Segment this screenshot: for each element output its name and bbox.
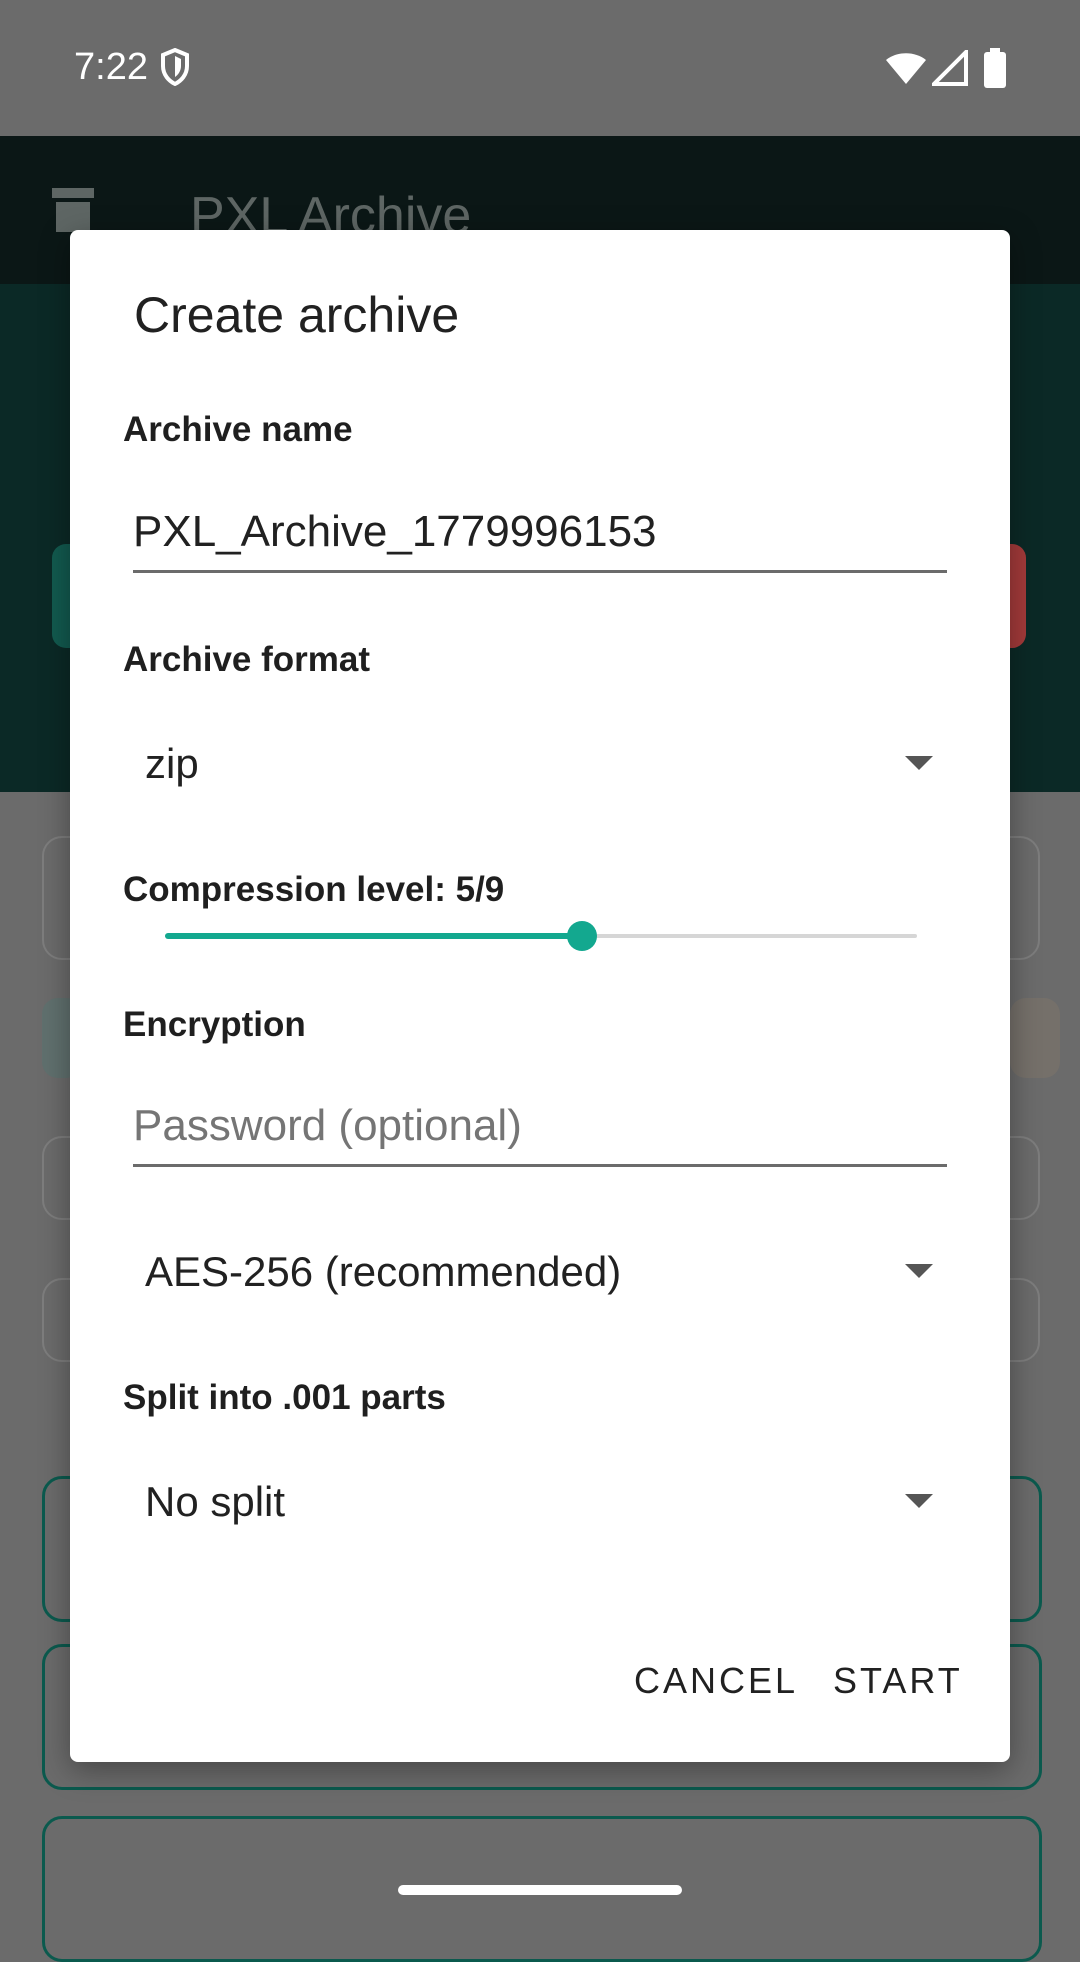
slider-thumb[interactable] [567, 921, 598, 951]
status-bar: 7:22 [0, 0, 1080, 136]
status-time: 7:22 [74, 46, 148, 88]
archive-format-value: zip [145, 740, 199, 787]
shield-icon [161, 48, 189, 86]
dialog-title: Create archive [134, 287, 460, 343]
slider-fill [165, 933, 583, 939]
split-select[interactable]: No split [123, 1458, 973, 1548]
encryption-label: Encryption [123, 1005, 306, 1044]
compression-level-label: Compression level: 5/9 [123, 870, 505, 909]
dropdown-arrow-icon [905, 1264, 933, 1278]
gesture-nav-bar[interactable] [398, 1885, 682, 1895]
compression-level-slider[interactable] [165, 916, 917, 956]
split-value: No split [145, 1478, 286, 1525]
encryption-method-value: AES-256 (recommended) [145, 1248, 622, 1295]
dropdown-arrow-icon [905, 1494, 933, 1508]
dropdown-arrow-icon [905, 756, 933, 770]
battery-icon [984, 48, 1006, 88]
archive-name-label: Archive name [123, 410, 353, 449]
archive-icon [52, 188, 94, 232]
archive-format-label: Archive format [123, 640, 371, 679]
split-label: Split into .001 parts [123, 1378, 446, 1417]
archive-format-select[interactable]: zip [123, 720, 973, 810]
wifi-icon [886, 53, 926, 84]
create-archive-dialog: Create archive Archive name Archive form… [70, 230, 1010, 1762]
encryption-method-select[interactable]: AES-256 (recommended) [123, 1228, 973, 1318]
cancel-button[interactable]: CANCEL [634, 1660, 798, 1702]
signal-icon [932, 50, 968, 86]
start-button[interactable]: START [833, 1660, 963, 1702]
archive-name-input[interactable] [133, 500, 947, 573]
password-input[interactable] [133, 1094, 947, 1167]
background-chip [1010, 998, 1060, 1078]
